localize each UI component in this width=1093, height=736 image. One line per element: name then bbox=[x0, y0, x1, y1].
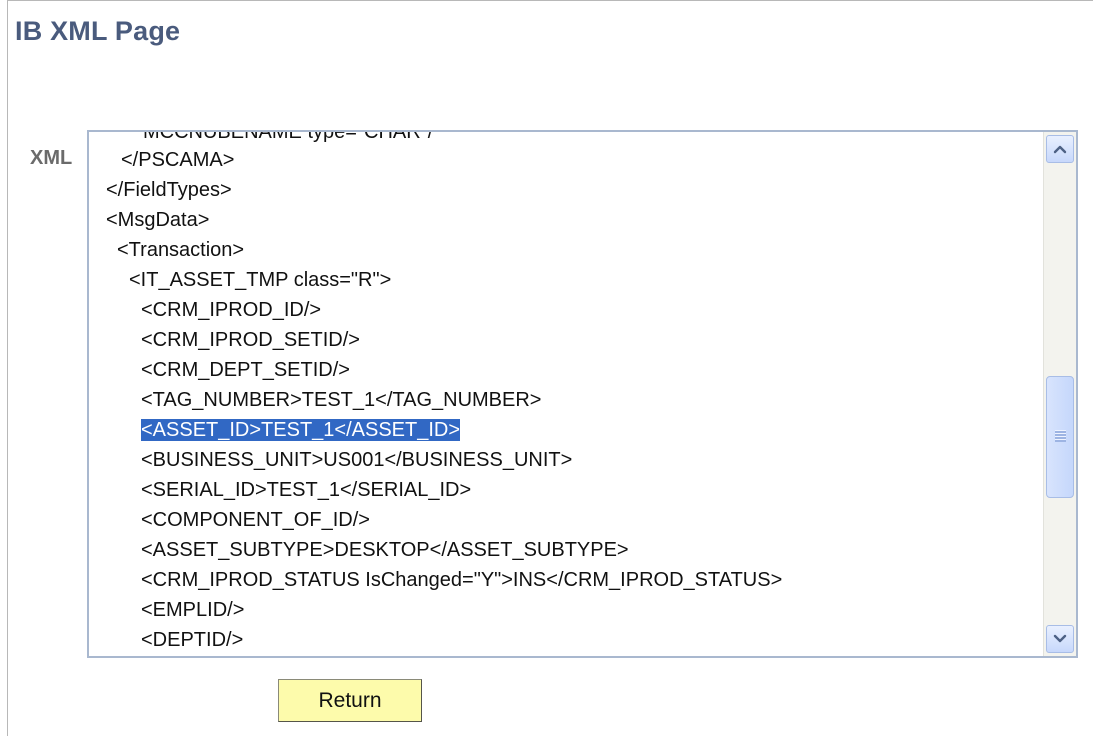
chevron-down-icon bbox=[1053, 634, 1067, 643]
xml-line: </FieldTypes> bbox=[106, 179, 232, 201]
xml-line: <IT_ASSET_TMP class="R"> bbox=[129, 269, 392, 291]
xml-content[interactable]: MCCNUBENAME type="CHAR"/ </PSCAMA> </Fie… bbox=[89, 132, 1044, 656]
return-button[interactable]: Return bbox=[278, 679, 422, 722]
xml-line: <MsgData> bbox=[106, 209, 210, 231]
chevron-up-icon bbox=[1053, 145, 1067, 154]
xml-textarea[interactable]: MCCNUBENAME type="CHAR"/ </PSCAMA> </Fie… bbox=[87, 130, 1078, 658]
xml-line: <CRM_IPROD_SETID/> bbox=[141, 329, 360, 351]
xml-line: <CRM_IPROD_STATUS IsChanged="Y">INS</CRM… bbox=[141, 569, 783, 591]
scroll-thumb[interactable] bbox=[1046, 376, 1074, 498]
xml-line-clipped: MCCNUBENAME type="CHAR"/ bbox=[143, 132, 434, 143]
grip-icon bbox=[1055, 430, 1066, 442]
vertical-scrollbar[interactable] bbox=[1043, 132, 1076, 656]
xml-line: </PSCAMA> bbox=[121, 149, 235, 171]
selected-text: <ASSET_ID>TEST_1</ASSET_ID> bbox=[141, 419, 461, 441]
xml-line-selected: <ASSET_ID>TEST_1</ASSET_ID> bbox=[141, 416, 461, 444]
page-title: IB XML Page bbox=[15, 16, 181, 46]
xml-field-label: XML bbox=[30, 147, 73, 169]
xml-line: <BUSINESS_UNIT>US001</BUSINESS_UNIT> bbox=[141, 449, 573, 471]
xml-line: <ASSET_SUBTYPE>DESKTOP</ASSET_SUBTYPE> bbox=[141, 539, 629, 561]
xml-line: <TAG_NUMBER>TEST_1</TAG_NUMBER> bbox=[141, 389, 542, 411]
scroll-down-button[interactable] bbox=[1046, 625, 1074, 653]
xml-line: <DEPTID/> bbox=[141, 629, 244, 651]
scroll-up-button[interactable] bbox=[1046, 135, 1074, 163]
xml-line: <Transaction> bbox=[117, 239, 245, 261]
xml-line: <CRM_DEPT_SETID/> bbox=[141, 359, 350, 381]
xml-line: <SERIAL_ID>TEST_1</SERIAL_ID> bbox=[141, 479, 472, 501]
xml-line: <EMPLID/> bbox=[141, 599, 245, 621]
xml-line: <CRM_IPROD_ID/> bbox=[141, 299, 322, 321]
xml-line: <COMPONENT_OF_ID/> bbox=[141, 509, 370, 531]
